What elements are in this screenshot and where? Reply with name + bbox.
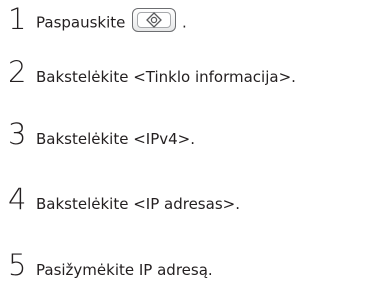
step-text: Bakstelėkite <IP adresas>. bbox=[36, 195, 240, 213]
step-5: 5 Pasižymėkite IP adresą. bbox=[8, 246, 378, 286]
step-2: 2 Bakstelėkite <Tinklo informacija>. bbox=[8, 53, 378, 93]
step-3: 3 Bakstelėkite <IPv4>. bbox=[8, 115, 378, 155]
step-number: 5 bbox=[8, 248, 26, 282]
step-text: Pasižymėkite IP adresą. bbox=[36, 261, 213, 279]
step-number: 4 bbox=[8, 182, 26, 216]
step-text: Bakstelėkite <IPv4>. bbox=[36, 130, 196, 148]
step-number: 3 bbox=[8, 117, 26, 151]
step-text: Paspauskite . bbox=[36, 8, 187, 32]
step-text-after: . bbox=[181, 13, 187, 32]
step-number: 1 bbox=[8, 2, 26, 36]
diamond-gear-icon bbox=[146, 12, 163, 28]
step-1: 1 Paspauskite . bbox=[8, 0, 378, 40]
step-text: Bakstelėkite <Tinklo informacija>. bbox=[36, 68, 296, 86]
step-number: 2 bbox=[8, 55, 26, 89]
settings-menu-button-icon bbox=[132, 8, 177, 32]
step-4: 4 Bakstelėkite <IP adresas>. bbox=[8, 180, 378, 220]
step-text-before: Paspauskite bbox=[36, 13, 126, 32]
